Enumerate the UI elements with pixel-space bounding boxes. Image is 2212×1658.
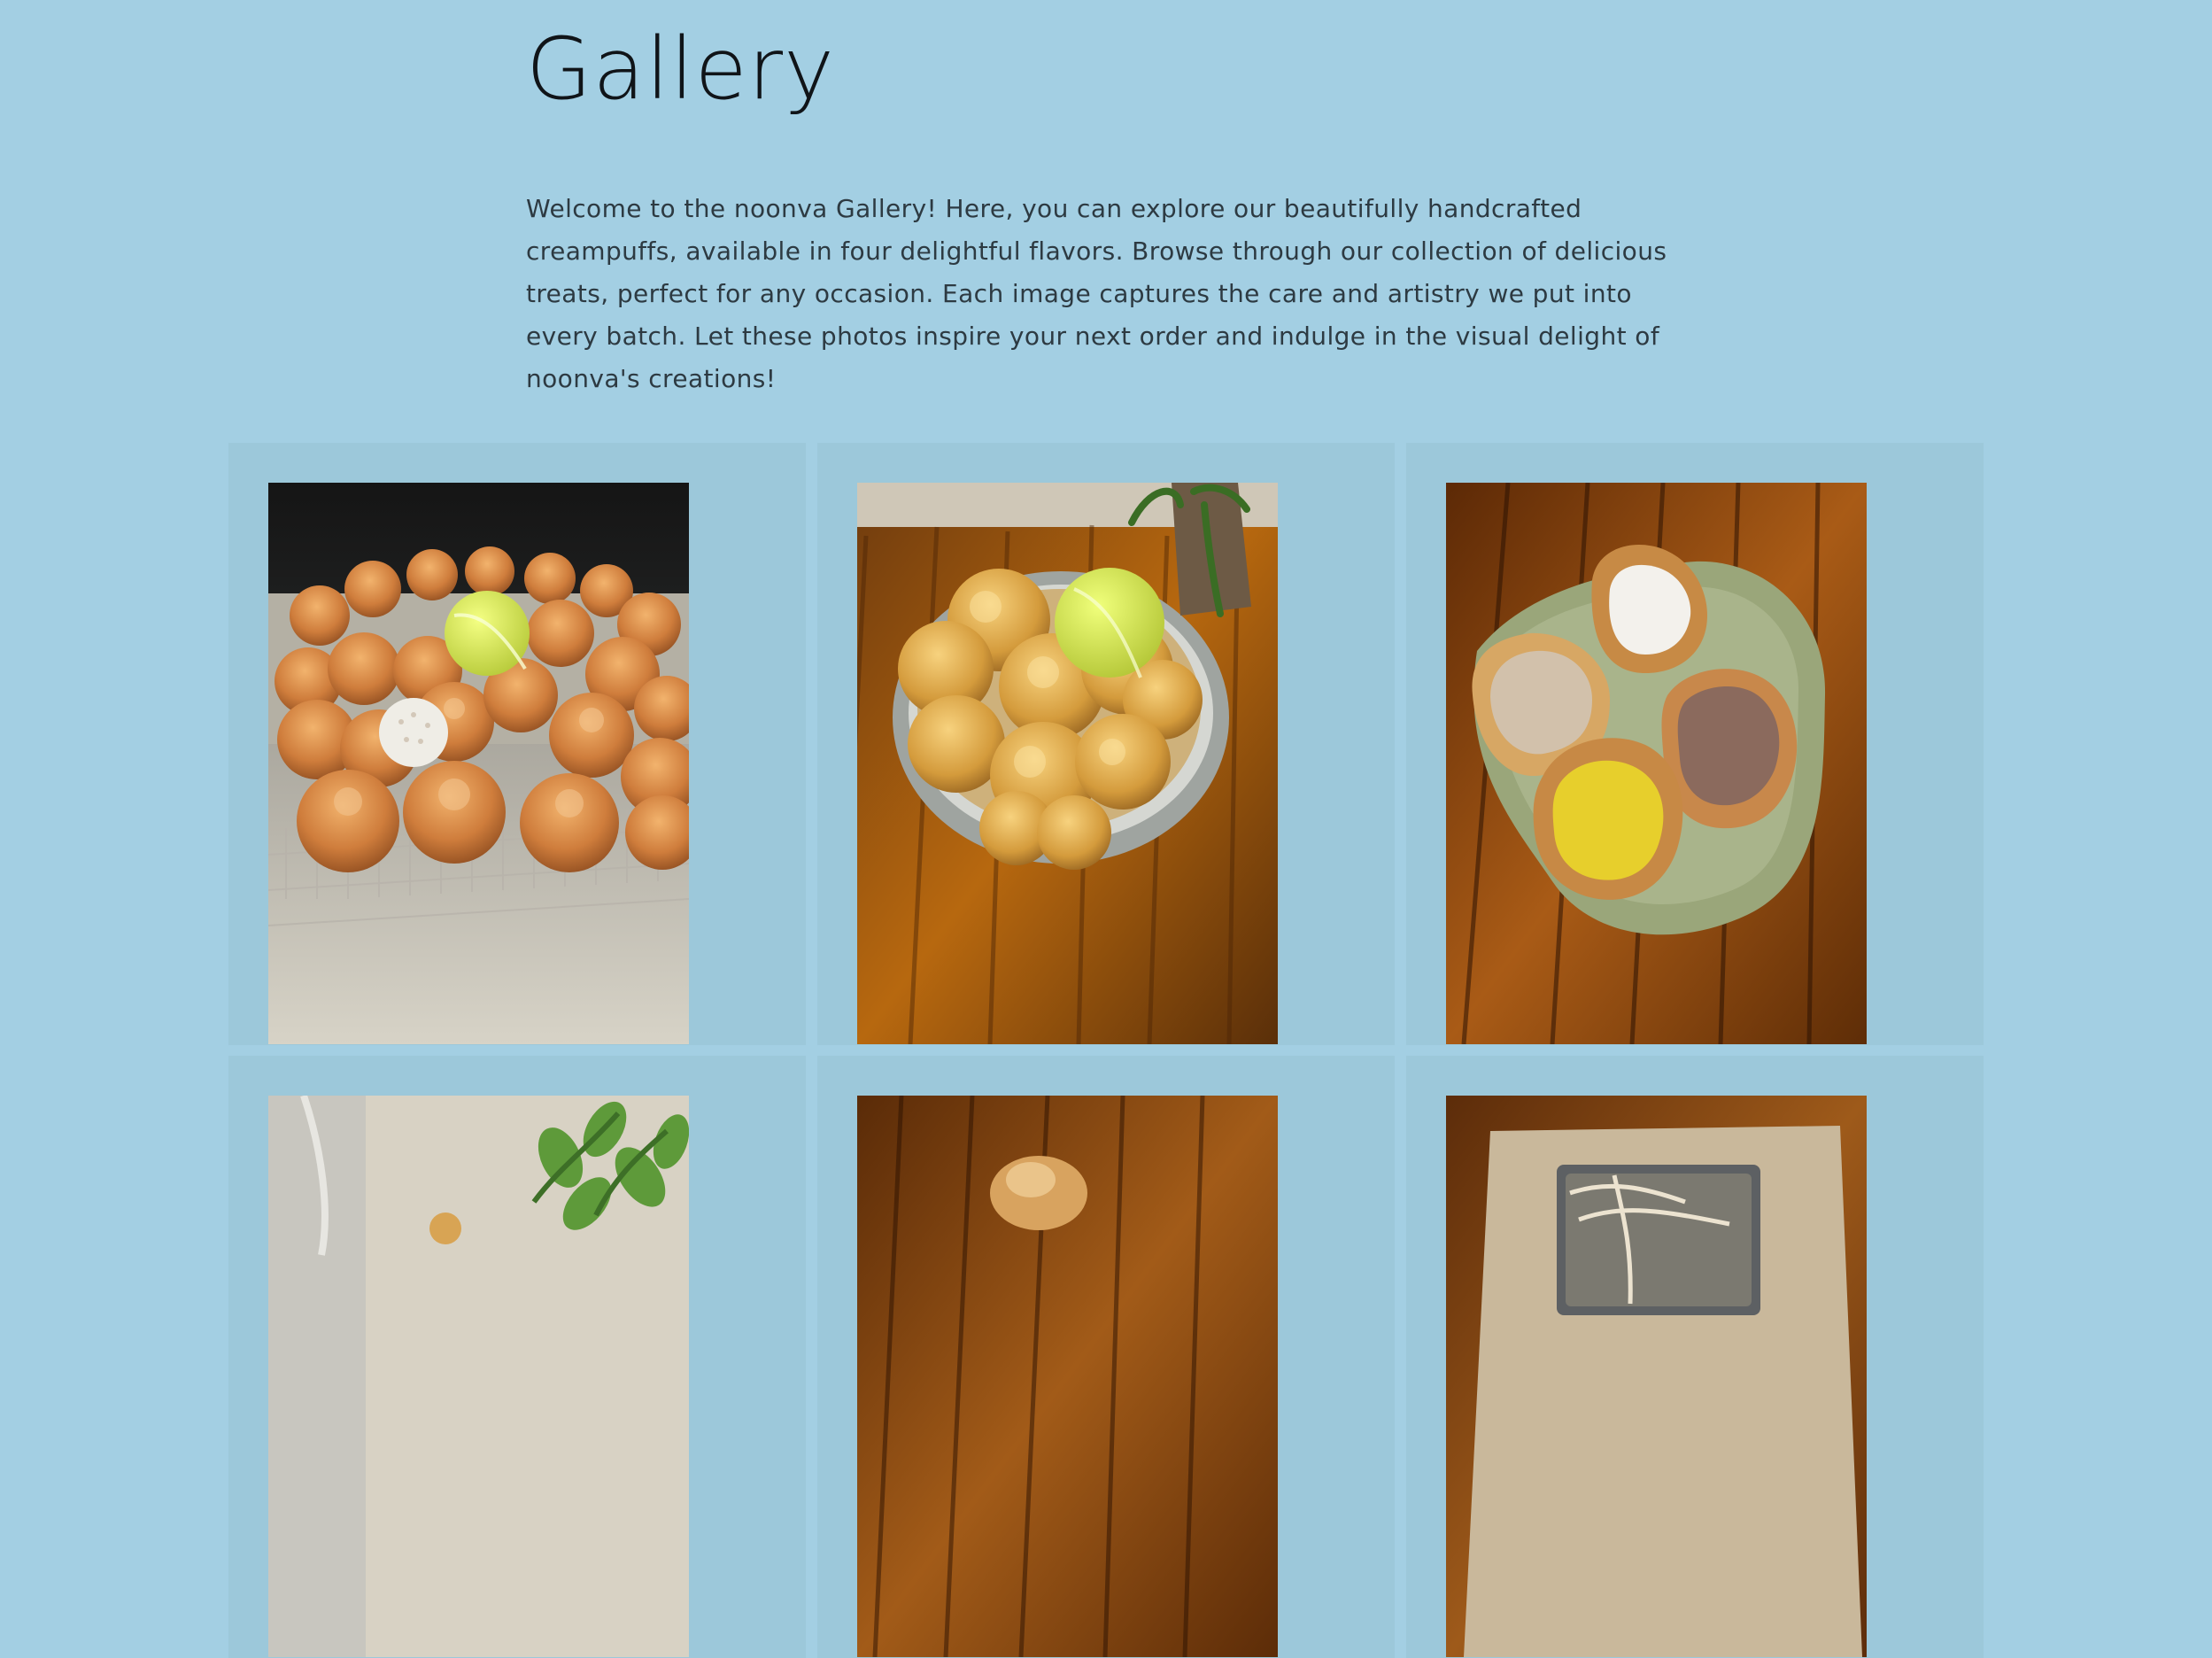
gallery-item[interactable] [817, 1056, 1395, 1658]
creampuffs-in-bowl-illustration [857, 483, 1278, 1044]
creampuffs-on-rack-illustration [268, 483, 689, 1044]
gallery-page: Gallery Welcome to the noonva Gallery! H… [0, 0, 2212, 1658]
creampuff-on-table-illustration [857, 1096, 1278, 1657]
gallery-image-creampuffs-on-rack[interactable] [268, 483, 689, 1044]
gallery-grid [228, 443, 1984, 1658]
gallery-intro: Welcome to the noonva Gallery! Here, you… [526, 194, 1667, 393]
gallery-image-creampuff-with-plant[interactable] [268, 1096, 689, 1657]
gallery-image-creampuff-box[interactable] [1446, 1096, 1867, 1657]
gallery-image-creampuffs-in-bowl[interactable] [857, 483, 1278, 1044]
page-title: Gallery [526, 19, 835, 119]
flavors-on-plate-illustration [1446, 483, 1867, 1044]
gallery-image-creampuff-on-table[interactable] [857, 1096, 1278, 1657]
gallery-item[interactable] [1406, 1056, 1984, 1658]
gallery-image-flavors-on-plate[interactable] [1446, 483, 1867, 1044]
creampuff-with-plant-illustration [268, 1096, 689, 1657]
gallery-item[interactable] [228, 1056, 806, 1658]
gallery-item[interactable] [817, 443, 1395, 1045]
creampuff-box-illustration [1446, 1096, 1867, 1657]
gallery-item[interactable] [228, 443, 806, 1045]
gallery-item[interactable] [1406, 443, 1984, 1045]
